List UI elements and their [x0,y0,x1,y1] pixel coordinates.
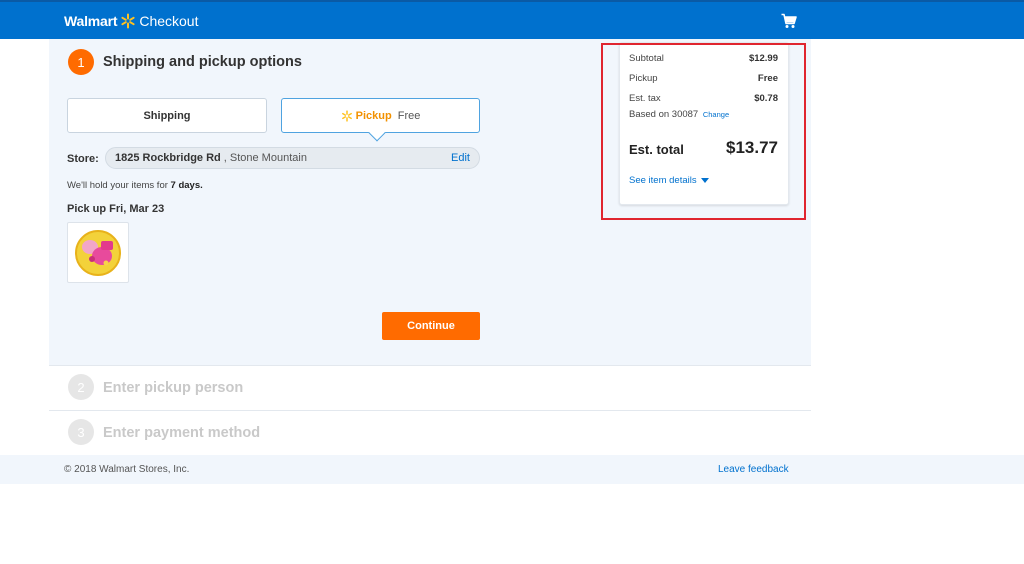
store-address: 1825 Rockbridge Rd [115,152,221,164]
product-image [75,230,121,276]
step2-title: Enter pickup person [103,380,244,396]
hold-days: 7 days. [170,180,203,191]
step1-number: 1 [68,49,94,75]
pickup-option-price: Free [397,109,421,122]
step1-title: Shipping and pickup options [103,54,302,70]
continue-button[interactable]: Continue [382,312,480,340]
walmart-logo[interactable]: Walmart Checkout [64,13,198,29]
step3-number: 3 [68,419,94,445]
cart-icon[interactable] [781,13,797,29]
header-bar: Walmart Checkout [0,0,1024,39]
checkout-title: Checkout [139,13,199,29]
highlight-box [601,43,806,220]
shipping-option-button[interactable]: Shipping [67,98,267,133]
pickup-option-label: Pickup [355,109,392,122]
product-thumbnail[interactable] [67,222,129,283]
spark-icon [121,13,135,29]
step2-number: 2 [68,374,94,400]
spark-icon [341,109,352,122]
hold-text: We'll hold your items for [67,180,171,191]
copyright-text: © 2018 Walmart Stores, Inc. [64,464,190,475]
store-selector: 1825 Rockbridge Rd , Stone Mountain Edit [105,147,480,169]
edit-store-link[interactable]: Edit [451,152,470,164]
step3-title: Enter payment method [103,425,261,441]
store-city: , Stone Mountain [223,152,307,164]
leave-feedback-link[interactable]: Leave feedback [718,464,789,475]
brand-name: Walmart [64,13,118,29]
hold-message: We'll hold your items for 7 days. [67,180,203,191]
shipping-option-label: Shipping [143,109,191,122]
pickup-date: Pick up Fri, Mar 23 [67,203,165,215]
store-label: Store: [67,153,99,165]
